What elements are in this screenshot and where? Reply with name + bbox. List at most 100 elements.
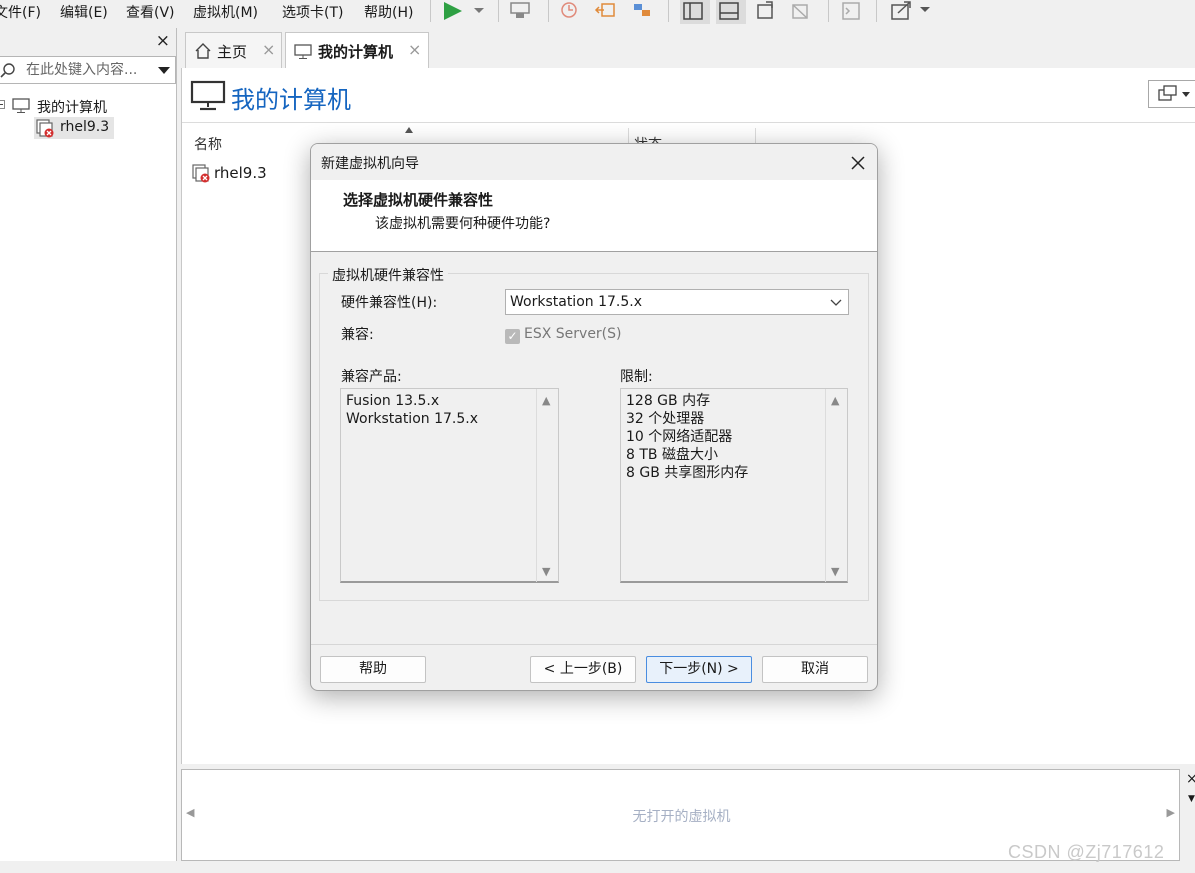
- toolbar-separator: [498, 0, 499, 22]
- hardware-compat-label: 硬件兼容性(H):: [341, 295, 438, 311]
- fullscreen-button[interactable]: [752, 0, 782, 24]
- vm-error-icon: [36, 119, 54, 138]
- tree-label-vm: rhel9.3: [60, 119, 110, 135]
- dialog-titlebar: 新建虚拟机向导: [311, 144, 877, 180]
- close-icon[interactable]: [850, 155, 866, 171]
- power-on-button[interactable]: [440, 0, 484, 24]
- cancel-button[interactable]: 取消: [762, 656, 868, 683]
- library-header: ×: [0, 28, 176, 56]
- stretch-guest-button[interactable]: [888, 0, 936, 24]
- view-mode-dropdown[interactable]: [1148, 80, 1195, 108]
- compatible-products-list[interactable]: Fusion 13.5.x Workstation 17.5.x ▲ ▼: [340, 388, 559, 583]
- compatible-products-label: 兼容产品:: [341, 369, 402, 385]
- vm-error-icon: [192, 164, 210, 183]
- computer-icon: [190, 80, 226, 111]
- tab-close-icon[interactable]: ×: [262, 40, 275, 59]
- new-vm-wizard-dialog: 新建虚拟机向导 选择虚拟机硬件兼容性 该虚拟机需要何种硬件功能? 虚拟机硬件兼容…: [310, 143, 878, 691]
- scroll-up-arrow[interactable]: ▲: [542, 394, 550, 407]
- thumbnail-layout-icon: [719, 2, 739, 20]
- menu-view[interactable]: 查看(V): [126, 2, 175, 22]
- tab-home[interactable]: 主页 ×: [185, 32, 282, 68]
- chevron-down-icon: [830, 299, 842, 306]
- tab-label-home: 主页: [217, 43, 248, 61]
- hardware-compat-select[interactable]: Workstation 17.5.x: [505, 289, 849, 315]
- revert-icon: [594, 3, 615, 17]
- page-title: 我的计算机: [231, 86, 351, 114]
- fullscreen-icon: [757, 1, 773, 19]
- snapshot-manager-icon: [634, 4, 650, 16]
- search-input[interactable]: [26, 62, 151, 78]
- list-item: 8 TB 磁盘大小: [626, 447, 718, 463]
- revert-snapshot-button[interactable]: [594, 0, 624, 24]
- toolbar-separator: [430, 0, 431, 22]
- tree-item-vm-rhel[interactable]: rhel9.3: [34, 117, 114, 139]
- next-button[interactable]: 下一步(N) >: [646, 656, 752, 683]
- snapshot-manager-button[interactable]: [630, 0, 660, 24]
- scrollbar[interactable]: ▲ ▼: [825, 389, 847, 582]
- toolbar-separator: [668, 0, 669, 22]
- tree-label-my-computer: 我的计算机: [37, 100, 107, 116]
- play-icon: [444, 2, 484, 20]
- group-title: 虚拟机硬件兼容性: [328, 265, 448, 285]
- scroll-right-arrow[interactable]: ▶: [1167, 806, 1175, 819]
- unity-button[interactable]: [788, 0, 818, 24]
- tree-collapse-icon[interactable]: [0, 99, 6, 111]
- esx-server-label: ESX Server(S): [524, 326, 622, 342]
- toolbar-separator: [876, 0, 877, 22]
- snapshot-icon: [561, 2, 577, 18]
- scroll-down-arrow[interactable]: ▼: [831, 565, 839, 578]
- thumbnail-close-icon[interactable]: ×: [1186, 771, 1195, 787]
- watermark: CSDN @Zj717612: [1008, 842, 1165, 862]
- list-item: Fusion 13.5.x: [346, 393, 440, 409]
- divider: [182, 122, 1195, 123]
- chevron-down-icon[interactable]: [157, 66, 171, 76]
- compat-label: 兼容:: [341, 327, 374, 343]
- list-item: 10 个网络适配器: [626, 429, 733, 445]
- library-close-button[interactable]: ×: [156, 31, 170, 51]
- hardware-compat-value: Workstation 17.5.x: [510, 294, 642, 310]
- show-library-button[interactable]: [680, 0, 710, 24]
- list-item: 128 GB 内存: [626, 393, 711, 409]
- menu-tabs[interactable]: 选项卡(T): [282, 2, 343, 22]
- thumbnail-menu-arrow[interactable]: ▼: [1188, 794, 1195, 804]
- tab-my-computer[interactable]: 我的计算机 ×: [285, 32, 429, 68]
- menu-vm[interactable]: 虚拟机(M): [193, 2, 258, 22]
- stretch-icon: [891, 1, 930, 20]
- scroll-up-arrow[interactable]: ▲: [831, 394, 839, 407]
- menu-help[interactable]: 帮助(H): [364, 2, 413, 22]
- console-view-button[interactable]: [838, 0, 868, 24]
- send-ctrl-alt-del-button[interactable]: [508, 0, 538, 24]
- dialog-title: 新建虚拟机向导: [321, 156, 419, 172]
- back-button[interactable]: < 上一步(B): [530, 656, 636, 683]
- menu-edit[interactable]: 编辑(E): [60, 2, 108, 22]
- table-row[interactable]: rhel9.3: [190, 162, 310, 184]
- scroll-down-arrow[interactable]: ▼: [542, 565, 550, 578]
- column-header-name[interactable]: 名称: [194, 134, 222, 154]
- sort-ascending-icon: [405, 127, 413, 133]
- tab-bar: 主页 × 我的计算机 ×: [181, 28, 1195, 68]
- snapshot-button[interactable]: [556, 0, 586, 24]
- checkmark-icon: ✓: [505, 329, 520, 344]
- vm-name: rhel9.3: [214, 164, 267, 182]
- list-item: 8 GB 共享图形内存: [626, 465, 749, 481]
- esx-server-checkbox[interactable]: ✓ ESX Server(S): [505, 326, 622, 344]
- tab-close-icon[interactable]: ×: [408, 40, 421, 59]
- view-mode-icon: [1158, 85, 1190, 101]
- menubar: 文件(F) 编辑(E) 查看(V) 虚拟机(M) 选项卡(T) 帮助(H): [0, 0, 1195, 26]
- library-layout-icon: [683, 2, 703, 20]
- toolbar-separator: [828, 0, 829, 22]
- home-icon: [195, 43, 211, 59]
- library-panel: × 我的计算机 rhel9.3: [0, 28, 177, 861]
- dialog-header: 选择虚拟机硬件兼容性 该虚拟机需要何种硬件功能?: [311, 180, 877, 252]
- scrollbar[interactable]: ▲ ▼: [536, 389, 558, 582]
- show-thumbnail-bar-button[interactable]: [716, 0, 746, 24]
- help-button[interactable]: 帮助: [320, 656, 426, 683]
- wizard-step-heading: 选择虚拟机硬件兼容性: [343, 191, 494, 209]
- computer-icon: [294, 44, 312, 59]
- list-item: Workstation 17.5.x: [346, 411, 478, 427]
- menu-file[interactable]: 文件(F): [0, 2, 41, 22]
- keyboard-icon: [510, 2, 530, 18]
- library-search[interactable]: [0, 56, 176, 84]
- limits-list[interactable]: 128 GB 内存 32 个处理器 10 个网络适配器 8 TB 磁盘大小 8 …: [620, 388, 848, 583]
- wizard-step-subheading: 该虚拟机需要何种硬件功能?: [375, 216, 551, 232]
